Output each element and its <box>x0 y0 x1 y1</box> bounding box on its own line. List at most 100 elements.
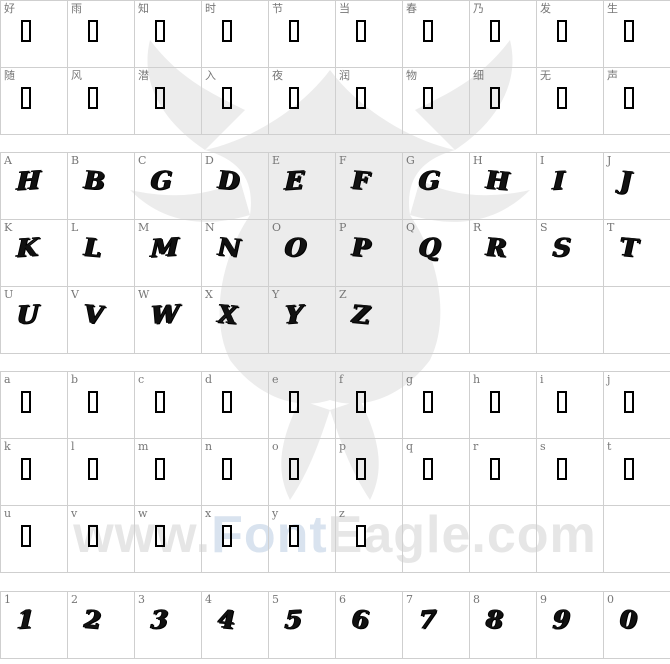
glyph-cell: i <box>537 372 604 439</box>
cell-label: 细 <box>473 69 484 82</box>
missing-glyph-icon <box>222 525 232 547</box>
cell-label: k <box>4 440 11 453</box>
glyph-cell: f <box>336 372 403 439</box>
glyph-sample: J <box>619 165 633 196</box>
glyph-cell: 99 <box>537 592 604 659</box>
missing-glyph-icon <box>289 458 299 480</box>
glyph-sample: 0 <box>619 604 638 635</box>
glyph-cell: QQ <box>403 220 470 287</box>
missing-glyph-icon <box>624 87 634 109</box>
glyph-cell: 细 <box>470 68 537 135</box>
glyph-cell: n <box>202 439 269 506</box>
cell-label: 发 <box>540 2 551 15</box>
cell-label: N <box>205 221 215 234</box>
glyph-grid: a b c d e f g h i j k l m n o p q r s t u v w x y z <box>0 371 670 573</box>
cell-label: b <box>71 373 79 386</box>
missing-glyph-icon <box>88 20 98 42</box>
cell-label: L <box>71 221 79 234</box>
cell-label: 好 <box>4 2 15 15</box>
glyph-cell: 雨 <box>68 1 135 68</box>
cell-label: D <box>205 154 214 167</box>
glyph-cell: PP <box>336 220 403 287</box>
cell-label: 3 <box>138 593 145 606</box>
cell-label: t <box>607 440 612 453</box>
glyph-cell: 知 <box>135 1 202 68</box>
glyph-sample: K <box>16 232 40 263</box>
cell-label: c <box>138 373 145 386</box>
glyph-cell <box>604 506 670 573</box>
cell-label: i <box>540 373 544 386</box>
cell-label: B <box>71 154 80 167</box>
glyph-cell: SS <box>537 220 604 287</box>
cell-label: K <box>4 221 13 234</box>
glyph-cell: g <box>403 372 470 439</box>
glyph-cell: ZZ <box>336 287 403 354</box>
cell-label: T <box>607 221 615 234</box>
glyph-sample: H <box>485 165 510 196</box>
glyph-cell: 当 <box>336 1 403 68</box>
cell-label: 物 <box>406 69 417 82</box>
cell-label: v <box>71 507 78 520</box>
missing-glyph-icon <box>21 458 31 480</box>
missing-glyph-icon <box>222 87 232 109</box>
cell-label: V <box>71 288 79 301</box>
cell-label: 4 <box>205 593 212 606</box>
glyph-grid: 好 雨 知 时 节 当 春 乃 发 生随 风 潜 入 夜 润 物 细 无 声 <box>0 0 670 135</box>
glyph-cell <box>470 287 537 354</box>
cell-label: g <box>406 373 414 386</box>
cell-label: 时 <box>205 2 216 15</box>
cell-label: J <box>607 154 612 167</box>
missing-glyph-icon <box>490 458 500 480</box>
cell-label: A <box>4 154 12 167</box>
cell-label: s <box>540 440 546 453</box>
cell-label: 声 <box>607 69 618 82</box>
cell-label: C <box>138 154 147 167</box>
cell-label: 入 <box>205 69 216 82</box>
missing-glyph-icon <box>490 20 500 42</box>
glyph-cell: 22 <box>68 592 135 659</box>
glyph-cell: a <box>1 372 68 439</box>
glyph-sample: Z <box>351 299 371 330</box>
glyph-cell: k <box>1 439 68 506</box>
missing-glyph-icon <box>222 458 232 480</box>
missing-glyph-icon <box>557 87 567 109</box>
cell-label: G <box>406 154 415 167</box>
missing-glyph-icon <box>557 20 567 42</box>
missing-glyph-icon <box>289 87 299 109</box>
glyph-sample: 4 <box>217 604 236 635</box>
glyph-cell: x <box>202 506 269 573</box>
glyph-cell: MM <box>135 220 202 287</box>
glyph-sample: F <box>351 165 371 196</box>
glyph-sample: V <box>83 299 104 330</box>
glyph-cell: v <box>68 506 135 573</box>
glyph-cell: 潜 <box>135 68 202 135</box>
cell-label: E <box>272 154 281 167</box>
glyph-grid: AHBBCGDDEEFFGGHHIIJJKKLLMMNNOOPPQQRRSSTT… <box>0 152 670 354</box>
glyph-cell: CG <box>135 153 202 220</box>
cell-label: j <box>607 373 611 386</box>
cell-label: 节 <box>272 2 283 15</box>
glyph-cell: d <box>202 372 269 439</box>
glyph-cell: UU <box>1 287 68 354</box>
glyph-grid: 11223344556677889900 <box>0 591 670 659</box>
missing-glyph-icon <box>423 458 433 480</box>
missing-glyph-icon <box>21 525 31 547</box>
cell-label: 5 <box>272 593 279 606</box>
cell-label: w <box>138 507 148 520</box>
cell-label: 风 <box>71 69 82 82</box>
glyph-cell: 物 <box>403 68 470 135</box>
glyph-cell: 66 <box>336 592 403 659</box>
cell-label: H <box>473 154 483 167</box>
glyph-cell: 无 <box>537 68 604 135</box>
glyph-sample: G <box>150 165 173 196</box>
missing-glyph-icon <box>624 20 634 42</box>
glyph-cell: 春 <box>403 1 470 68</box>
glyph-cell <box>403 506 470 573</box>
cell-label: 潜 <box>138 69 149 82</box>
cell-label: 7 <box>406 593 413 606</box>
missing-glyph-icon <box>289 525 299 547</box>
cell-label: a <box>4 373 11 386</box>
cell-label: P <box>339 221 347 234</box>
missing-glyph-icon <box>423 87 433 109</box>
missing-glyph-icon <box>155 525 165 547</box>
